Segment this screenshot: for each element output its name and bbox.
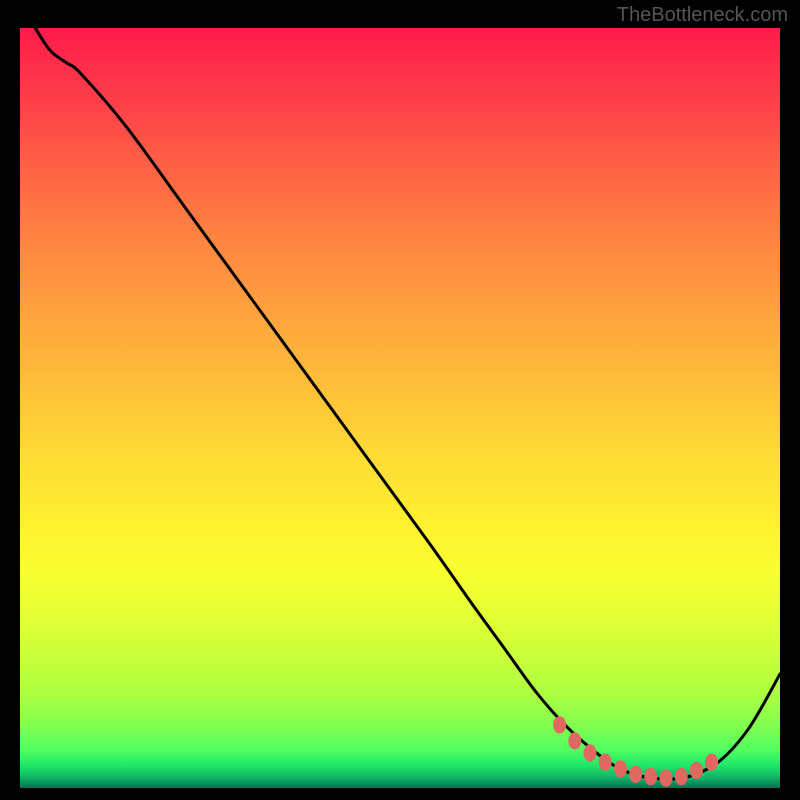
- curve-marker: [660, 769, 673, 786]
- curve-marker: [614, 760, 627, 777]
- marker-group: [553, 716, 718, 787]
- watermark-text: TheBottleneck.com: [617, 4, 788, 27]
- curve-marker: [629, 766, 642, 783]
- curve-marker: [599, 754, 612, 771]
- curve-marker: [584, 744, 597, 761]
- curve-marker: [644, 768, 657, 785]
- curve-marker: [690, 762, 703, 779]
- chart-svg: [20, 28, 780, 788]
- bottleneck-curve: [35, 28, 780, 779]
- curve-marker: [675, 768, 688, 785]
- curve-marker: [553, 716, 566, 733]
- curve-marker: [568, 732, 581, 749]
- plot-area: [20, 28, 780, 788]
- curve-marker: [705, 754, 718, 771]
